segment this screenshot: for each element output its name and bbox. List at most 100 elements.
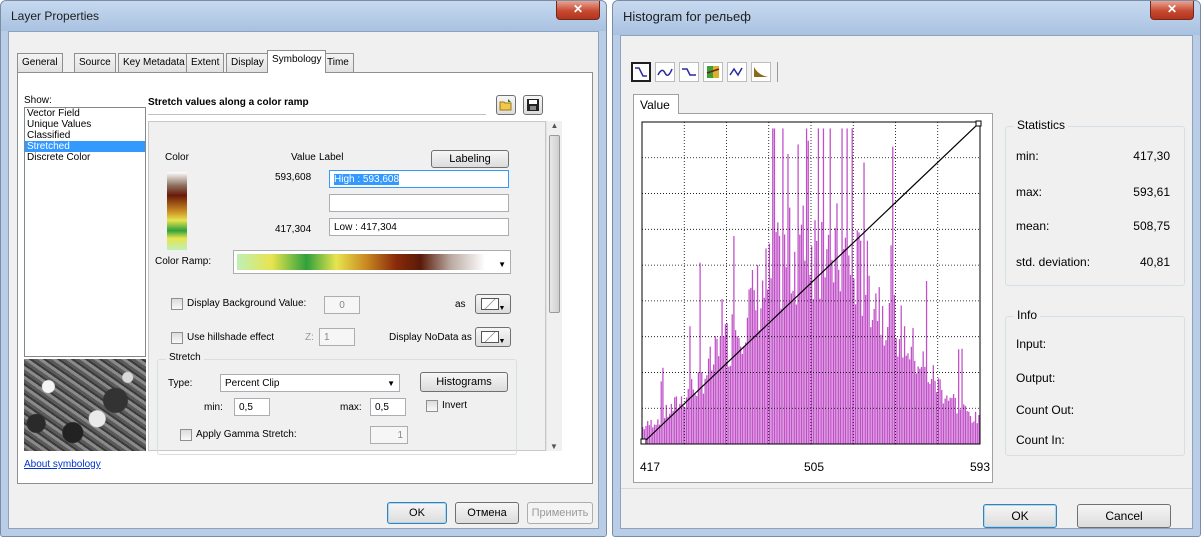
ok-button[interactable]: OK xyxy=(387,502,447,524)
histogram-ok-button[interactable]: OK xyxy=(983,504,1057,528)
histogram-bar xyxy=(677,409,679,444)
histogram-bar xyxy=(854,304,857,444)
histogram-title-bar[interactable]: Histogram for рельеф ✕ xyxy=(613,1,1200,35)
apply-button[interactable]: Применить xyxy=(527,502,593,524)
labeling-button[interactable]: Labeling xyxy=(431,150,509,168)
tab-time[interactable]: Time xyxy=(322,53,354,72)
histogram-bar xyxy=(787,153,789,444)
gamma-checkbox[interactable] xyxy=(180,429,192,441)
histogram-bar xyxy=(723,336,725,444)
curve-handle-high[interactable] xyxy=(975,120,982,127)
background-color-picker[interactable]: ▼ xyxy=(475,294,511,314)
tab-key-metadata[interactable]: Key Metadata xyxy=(118,53,190,72)
stat-value-min: 417,30 xyxy=(1133,149,1170,163)
histogram-close-button[interactable]: ✕ xyxy=(1150,1,1194,20)
histogram-bar xyxy=(885,340,887,444)
histogram-bar xyxy=(775,232,777,444)
histogram-bar xyxy=(941,390,943,444)
tab-display[interactable]: Display xyxy=(226,53,269,72)
low-value: 417,304 xyxy=(275,224,312,235)
histogram-bar xyxy=(846,128,848,444)
high-label-field[interactable]: High : 593,608 xyxy=(329,170,509,188)
show-list[interactable]: Vector Field Unique Values Classified St… xyxy=(24,107,146,357)
histogram-bar xyxy=(704,378,706,444)
histogram-cancel-button[interactable]: Cancel xyxy=(1077,504,1171,528)
list-item-discrete-color[interactable]: Discrete Color xyxy=(25,152,145,163)
curve-dip-button[interactable] xyxy=(679,62,699,82)
tab-source[interactable]: Source xyxy=(74,53,116,72)
list-item-vector-field[interactable]: Vector Field xyxy=(25,108,145,119)
histogram-bar xyxy=(947,400,950,444)
curve-color-button[interactable] xyxy=(703,62,723,82)
histogram-bar xyxy=(709,346,711,444)
histogram-bar xyxy=(650,419,652,444)
nodata-color-picker[interactable]: ▼ xyxy=(475,327,511,347)
histogram-bar xyxy=(907,353,909,444)
about-symbology-link[interactable]: About symbology xyxy=(24,459,101,470)
cancel-button[interactable]: Отмена xyxy=(455,502,519,524)
histograms-button[interactable]: Histograms xyxy=(420,372,508,392)
min-percent-field[interactable]: 0,5 xyxy=(234,398,270,416)
display-background-label: Display Background Value: xyxy=(187,298,307,309)
tab-general[interactable]: General xyxy=(17,53,63,72)
curve-handle-low[interactable] xyxy=(640,438,647,445)
list-item-unique-values[interactable]: Unique Values xyxy=(25,119,145,130)
histogram-bar xyxy=(824,277,826,444)
histogram-bar xyxy=(831,259,833,444)
gamma-value-field[interactable]: 1 xyxy=(370,426,408,444)
tab-value[interactable]: Value xyxy=(633,94,679,114)
histogram-bar xyxy=(870,327,872,444)
info-title: Info xyxy=(1014,308,1041,322)
histogram-bar xyxy=(756,264,759,444)
histogram-bar xyxy=(898,338,901,444)
histogram-bar xyxy=(841,128,843,444)
invert-checkbox[interactable] xyxy=(426,400,438,412)
load-style-button[interactable] xyxy=(496,95,516,115)
curve-peak-icon xyxy=(729,67,743,77)
low-label-field[interactable]: Low : 417,304 xyxy=(329,218,509,236)
histogram-bar xyxy=(829,128,831,444)
curve-exp-button[interactable] xyxy=(751,62,771,82)
middle-label-field[interactable] xyxy=(329,194,509,212)
save-style-button[interactable] xyxy=(523,95,543,115)
histogram-bar xyxy=(832,282,835,444)
scroll-thumb[interactable] xyxy=(549,135,560,313)
title-bar[interactable]: Layer Properties ✕ xyxy=(1,1,606,31)
histogram-bar xyxy=(890,245,892,444)
hillshade-label: Use hillshade effect xyxy=(187,332,275,343)
display-background-checkbox[interactable] xyxy=(171,298,183,310)
curve-peak-button[interactable] xyxy=(727,62,747,82)
histogram-bar xyxy=(878,287,880,444)
histogram-bar xyxy=(653,424,656,444)
stretch-type-select[interactable]: Percent Clip ▼ xyxy=(220,374,400,392)
curve-line-button[interactable] xyxy=(631,62,651,82)
scroll-up-icon[interactable]: ▲ xyxy=(547,121,562,130)
curve-wave-button[interactable] xyxy=(655,62,675,82)
hillshade-checkbox[interactable] xyxy=(171,332,183,344)
stretch-type-value: Percent Clip xyxy=(225,378,280,389)
list-item-stretched[interactable]: Stretched xyxy=(25,141,145,152)
list-item-classified[interactable]: Classified xyxy=(25,130,145,141)
curve-color-icon xyxy=(706,66,720,78)
scroll-down-icon[interactable]: ▼ xyxy=(547,442,561,451)
tab-extent[interactable]: Extent xyxy=(186,53,225,72)
histogram-chart[interactable] xyxy=(634,114,992,482)
settings-scrollbar[interactable]: ▲ ▼ xyxy=(546,121,562,451)
histogram-bar xyxy=(674,397,676,444)
background-value-field[interactable]: 0 xyxy=(324,296,360,314)
histogram-bar xyxy=(978,414,980,444)
histogram-bar xyxy=(682,405,684,444)
close-button[interactable]: ✕ xyxy=(556,1,600,20)
curve-exp-icon xyxy=(754,67,768,77)
stretch-settings-area: Color Value Label Labeling 593,608 High … xyxy=(148,121,546,455)
max-percent-field[interactable]: 0,5 xyxy=(370,398,406,416)
histogram-bar xyxy=(783,234,786,444)
tab-symbology[interactable]: Symbology xyxy=(267,50,327,73)
type-label: Type: xyxy=(168,378,193,389)
histogram-bar xyxy=(795,304,798,444)
histogram-bar xyxy=(670,403,672,444)
color-ramp-select[interactable]: ▼ xyxy=(233,250,511,274)
chevron-down-icon: ▼ xyxy=(498,260,506,269)
z-value-field[interactable]: 1 xyxy=(319,328,355,346)
as-label: as xyxy=(455,299,466,310)
